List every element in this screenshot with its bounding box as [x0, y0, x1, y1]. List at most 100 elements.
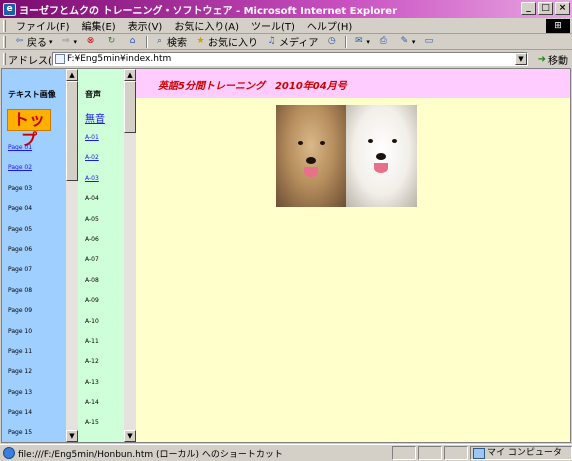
page-link[interactable]: Page 01 — [8, 144, 32, 164]
page-link[interactable]: Page 02 — [8, 164, 32, 184]
home-button[interactable]: ⌂ — [123, 36, 144, 47]
page-link[interactable]: Page 05 — [8, 226, 32, 246]
discuss-icon: ▭ — [424, 36, 434, 46]
page-link[interactable]: Page 03 — [8, 185, 32, 205]
page-link[interactable]: Page 06 — [8, 246, 32, 266]
audio-track-link[interactable]: A-15 — [85, 419, 99, 439]
ie-icon: e — [3, 2, 16, 16]
audio-title: 音声 — [85, 90, 101, 99]
back-dropdown-icon[interactable]: ▾ — [49, 38, 53, 46]
menubar-grip[interactable] — [3, 19, 6, 32]
favorites-icon: ★ — [196, 36, 205, 46]
page-icon — [55, 54, 65, 64]
page-link[interactable]: Page 08 — [8, 287, 32, 307]
forward-dropdown-icon[interactable]: ▾ — [74, 38, 78, 46]
close-button[interactable]: × — [555, 2, 570, 15]
page-link[interactable]: Page 15 — [8, 429, 32, 442]
page-link[interactable]: Page 10 — [8, 328, 32, 348]
forward-arrow-icon: ⇨ — [62, 36, 70, 46]
maximize-button[interactable]: □ — [538, 2, 553, 15]
address-dropdown-icon[interactable]: ▼ — [515, 53, 527, 65]
browser-content: テキスト画像 トップ Page 01 Page 02 Page 03 Page 04 P… — [1, 68, 571, 443]
page-link[interactable]: Page 14 — [8, 409, 32, 429]
scroll-up-arrow-icon[interactable]: ▲ — [66, 69, 78, 81]
toolbar-grip[interactable] — [3, 35, 6, 48]
text-image-title: テキスト画像 — [8, 90, 56, 99]
page-link[interactable]: Page 04 — [8, 205, 32, 225]
menu-tools[interactable]: ツール(T) — [245, 18, 301, 33]
left-frame-scrollbar[interactable]: ▲ ▼ — [66, 69, 78, 442]
audio-frame-scrollbar[interactable]: ▲ ▼ — [124, 69, 136, 442]
audio-track-link[interactable]: A-03 — [85, 175, 99, 195]
discuss-button[interactable]: ▭ — [419, 36, 440, 47]
audio-track-link[interactable]: A-02 — [85, 154, 99, 174]
mail-button[interactable]: ✉ ▾ — [349, 36, 374, 47]
menu-file[interactable]: ファイル(F) — [10, 18, 76, 33]
scroll-down-arrow-icon[interactable]: ▼ — [124, 430, 136, 442]
page-link[interactable]: Page 09 — [8, 307, 32, 327]
menu-view[interactable]: 表示(V) — [122, 18, 169, 33]
toolbar-separator — [146, 35, 149, 48]
mail-icon: ✉ — [355, 36, 363, 46]
mail-dropdown-icon[interactable]: ▾ — [366, 38, 370, 46]
status-text: file:///F:/Eng5min/Honbun.htm (ローカル) へのシ… — [18, 449, 283, 460]
menu-edit[interactable]: 編集(E) — [76, 18, 122, 33]
history-button[interactable]: ◷ — [322, 36, 343, 47]
dogs-photo — [276, 105, 417, 207]
audio-track-link[interactable]: A-12 — [85, 358, 99, 378]
audio-track-link[interactable]: A-08 — [85, 277, 99, 297]
scroll-thumb[interactable] — [66, 81, 78, 181]
windows-logo-icon: ⊞ — [546, 19, 570, 33]
scroll-thumb[interactable] — [124, 81, 136, 133]
audio-track-link[interactable]: A-10 — [85, 318, 99, 338]
status-panes: マイ コンピュータ — [390, 446, 572, 460]
top-button[interactable]: トップ — [7, 109, 51, 149]
window-controls: _ □ × — [521, 2, 570, 15]
favorites-button[interactable]: ★ お気に入り — [191, 34, 262, 49]
menu-help[interactable]: ヘルプ(H) — [301, 18, 358, 33]
audio-track-link[interactable]: A-04 — [85, 195, 99, 215]
audio-track-link[interactable]: A-05 — [85, 216, 99, 236]
audio-track-link[interactable]: A-07 — [85, 256, 99, 276]
page-link[interactable]: Page 13 — [8, 389, 32, 409]
print-button[interactable]: ⎙ — [374, 36, 395, 47]
audio-frame: 音声 無音 A-01 A-02 A-03 A-04 A-05 A-06 A-07 A-08 A-… — [78, 69, 136, 442]
go-arrow-icon: ➜ — [537, 54, 546, 65]
go-button[interactable]: ➜ 移動 — [538, 52, 568, 67]
audio-track-link[interactable]: A-01 — [85, 134, 99, 154]
mute-link[interactable]: 無音 — [85, 110, 105, 125]
address-url[interactable]: F:¥Eng5min¥index.htm — [67, 54, 171, 64]
search-button[interactable]: ⌕ 検索 — [150, 34, 191, 49]
scroll-down-arrow-icon[interactable]: ▼ — [66, 430, 78, 442]
page-list: Page 01 Page 02 Page 03 Page 04 Page 05 Page … — [8, 144, 32, 442]
audio-track-link[interactable]: A-06 — [85, 236, 99, 256]
edit-button[interactable]: ✎ ▾ — [395, 36, 420, 47]
minimize-button[interactable]: _ — [521, 2, 536, 15]
page-link[interactable]: Page 12 — [8, 368, 32, 388]
address-input[interactable]: F:¥Eng5min¥index.htm ▼ — [52, 52, 528, 66]
back-button[interactable]: ⇦ 戻る ▾ — [10, 34, 57, 49]
edit-dropdown-icon[interactable]: ▾ — [412, 38, 416, 46]
audio-track-link[interactable]: A-11 — [85, 338, 99, 358]
page-link[interactable]: Page 11 — [8, 348, 32, 368]
audio-track-link[interactable]: A-13 — [85, 379, 99, 399]
scroll-up-arrow-icon[interactable]: ▲ — [124, 69, 136, 81]
status-pane-progress — [392, 446, 416, 460]
white-dog-image — [346, 105, 417, 207]
audio-track-link[interactable]: A-14 — [85, 399, 99, 419]
forward-button[interactable]: ⇨ ▾ — [57, 36, 82, 47]
refresh-button[interactable]: ↻ — [102, 36, 123, 47]
media-label: メディア — [279, 38, 319, 49]
menu-favorites[interactable]: お気に入り(A) — [168, 18, 245, 33]
security-zone: マイ コンピュータ — [470, 446, 572, 460]
title-bar[interactable]: e ヨーゼフとムクの トレーニング・ソフトウェア - Microsoft Int… — [0, 0, 572, 18]
addressbar-grip[interactable] — [3, 53, 6, 65]
standard-toolbar: ⇦ 戻る ▾ ⇨ ▾ ⊗ ↻ ⌂ ⌕ 検索 ★ お気に入り ♫ メディア ◷ ✉… — [0, 34, 572, 50]
stop-button[interactable]: ⊗ — [81, 36, 102, 47]
media-button[interactable]: ♫ メディア — [262, 34, 322, 49]
page-link[interactable]: Page 07 — [8, 266, 32, 286]
back-label: 戻る — [27, 38, 47, 49]
ie-page-icon — [3, 447, 15, 459]
audio-track-link[interactable]: A-09 — [85, 297, 99, 317]
window-title: ヨーゼフとムクの トレーニング・ソフトウェア - Microsoft Inter… — [19, 5, 398, 17]
